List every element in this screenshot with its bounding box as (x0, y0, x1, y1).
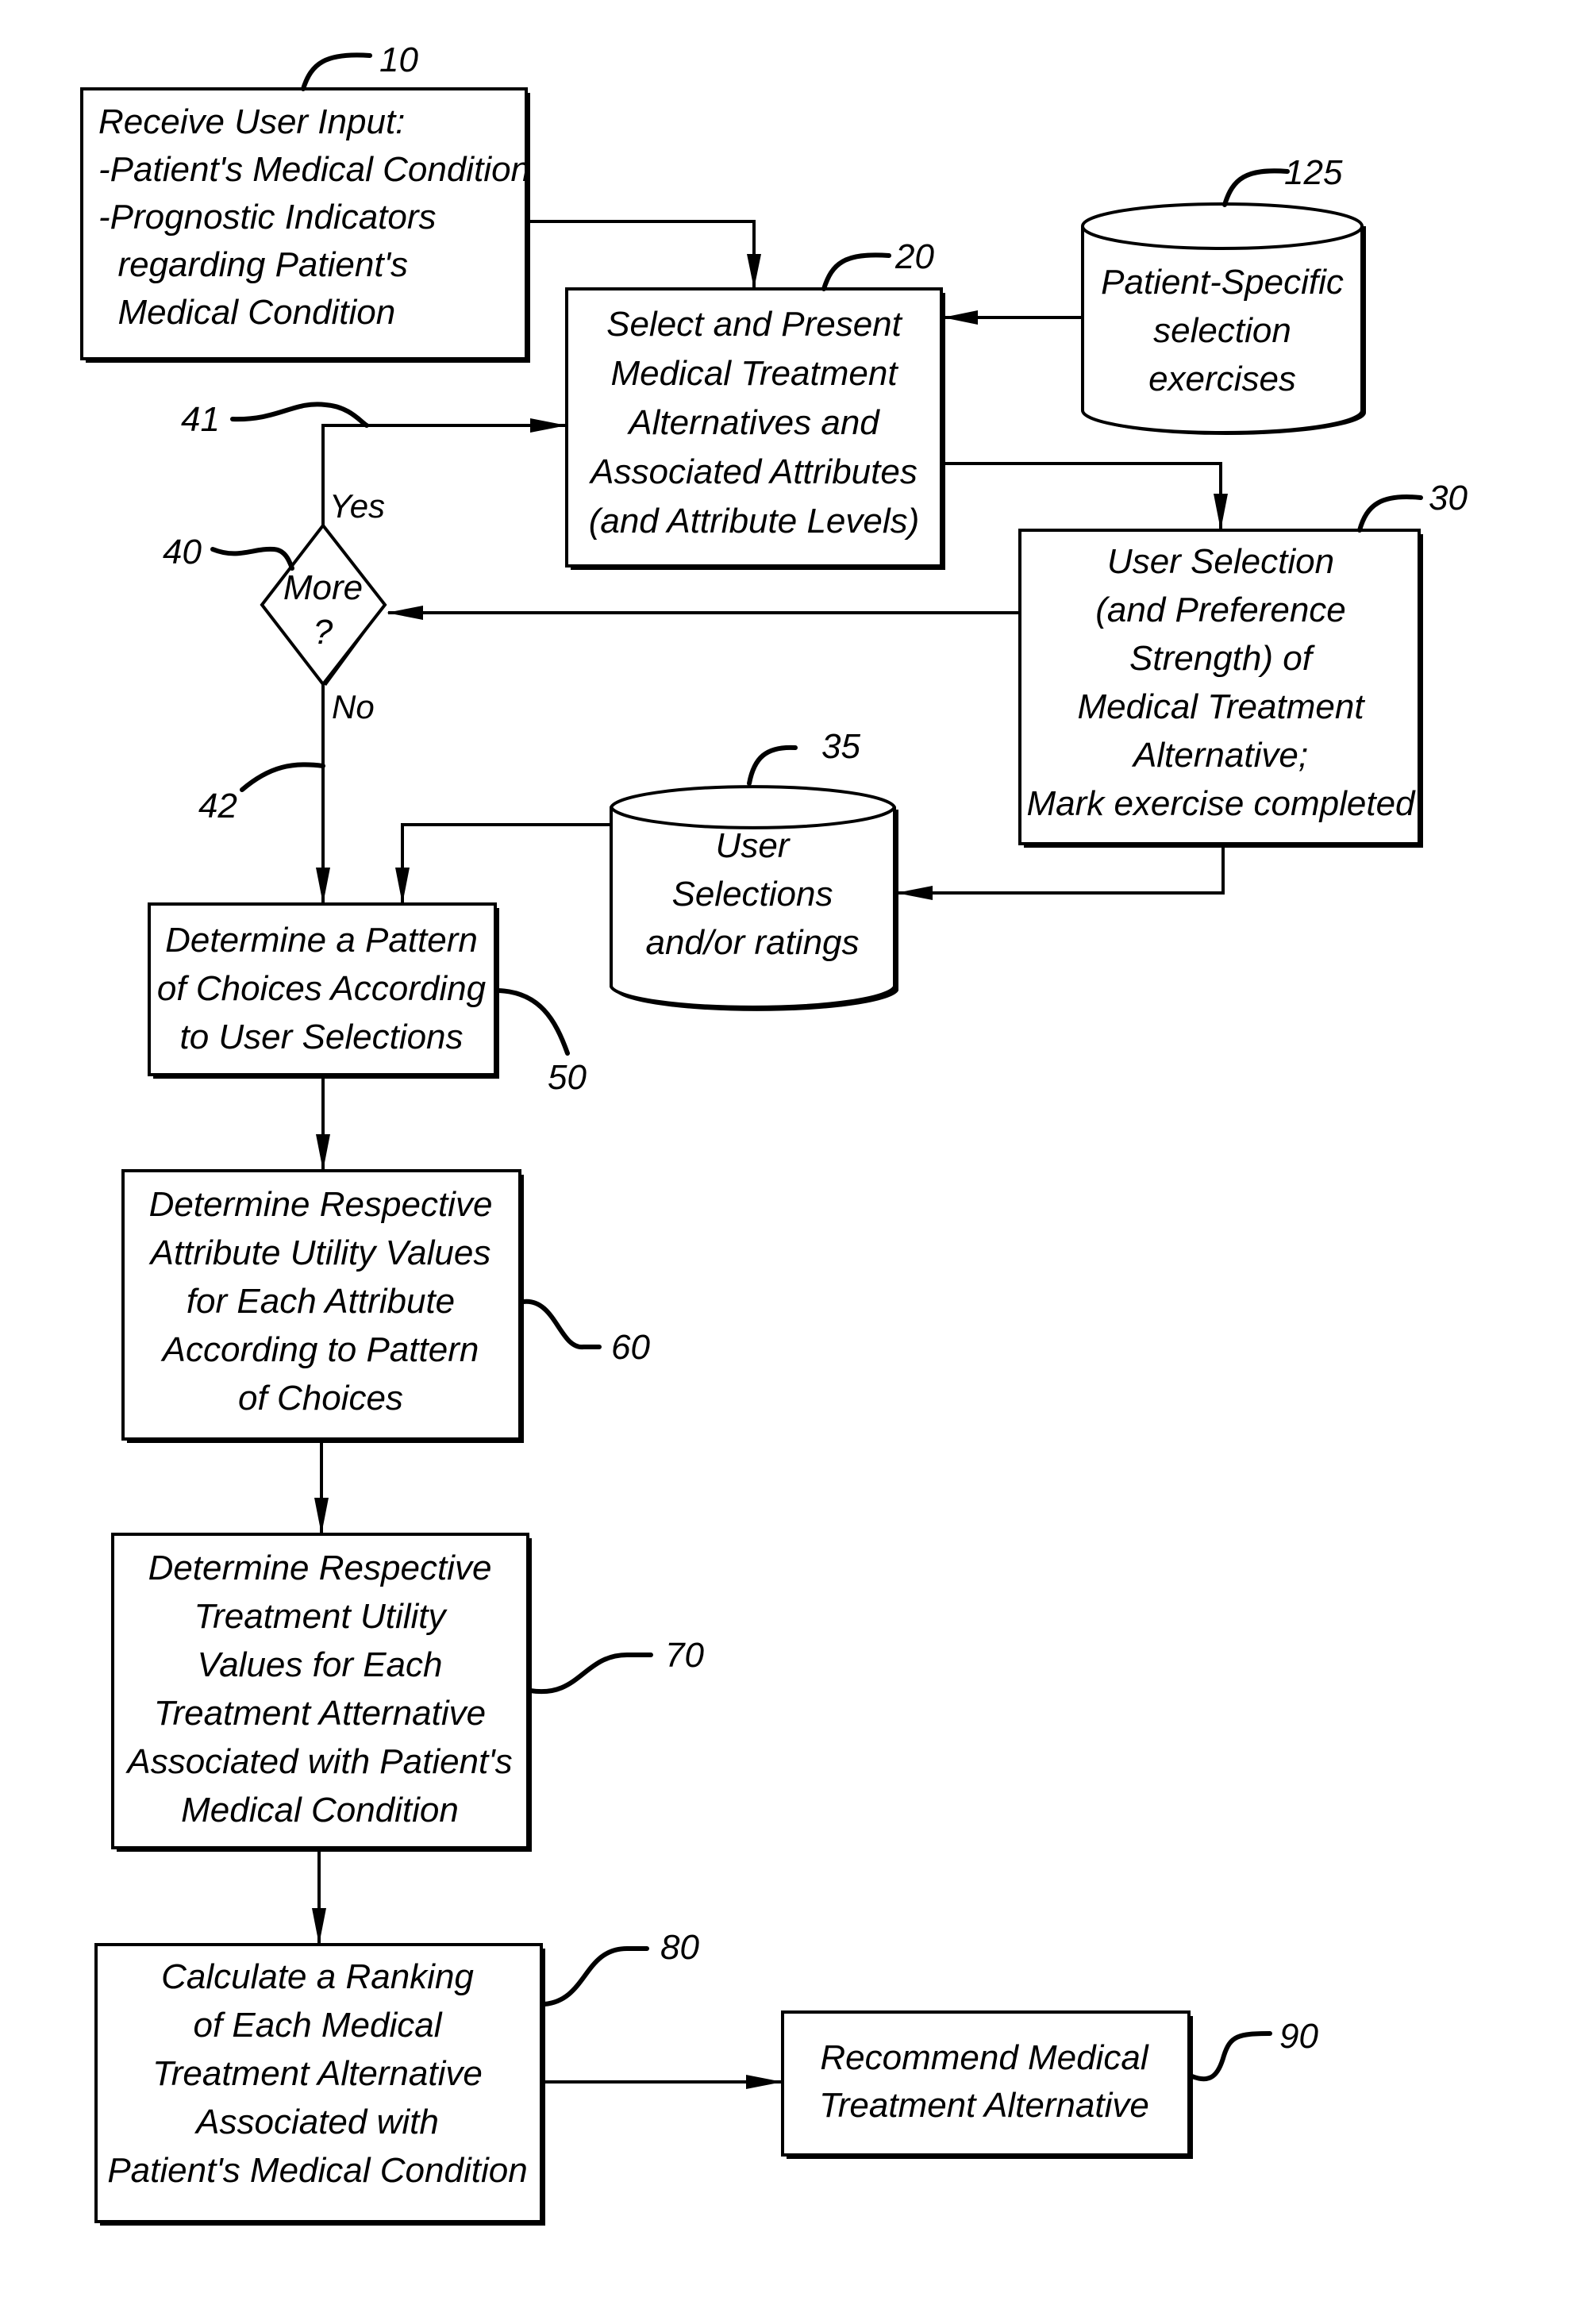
node-30-text-line: Strength) of (1129, 639, 1316, 678)
node-35-text-line: and/or ratings (645, 923, 859, 962)
node-10-text-line: regarding Patient's (98, 245, 408, 284)
node-40-text-line: More (283, 568, 363, 607)
node-35-text-line: User (716, 826, 791, 865)
node-20-text-line: Alternatives and (626, 403, 880, 442)
node-60-text-line: Attribute Utility Values (148, 1233, 491, 1272)
arrowhead-30-to-40 (387, 606, 423, 620)
arrowhead-125-to-20 (943, 310, 978, 325)
arrowhead-60-to-70 (314, 1498, 329, 1534)
node-10-text-line: -Patient's Medical Condition (98, 150, 530, 189)
ref-label-70: 70 (665, 1636, 704, 1675)
process-box-90 (781, 2010, 1191, 2157)
ref-label-90: 90 (1279, 2017, 1318, 2056)
ref-label-20: 20 (894, 237, 934, 276)
node-30-text-line: Mark exercise completed (1026, 784, 1416, 823)
leader-41 (230, 402, 369, 428)
edge-20-to-30 (944, 462, 1222, 530)
node-90-text-line: Recommend Medical (820, 2038, 1148, 2077)
node-20-text-line: Medical Treatment (610, 354, 898, 393)
arrowhead-30-to-35 (896, 886, 933, 900)
node-35-text-line: Selections (671, 875, 833, 914)
node-60-text-line: Determine Respective (149, 1185, 493, 1224)
node-50-text-line: Determine a Pattern (165, 921, 478, 960)
leader-70 (528, 1653, 653, 1695)
leader-60 (521, 1299, 602, 1349)
node-50-text-line: to User Selections (179, 1018, 463, 1056)
node-30-text-line: User Selection (1107, 542, 1334, 581)
edge-10-to-20 (526, 220, 756, 289)
node-30-text-line: Alternative; (1131, 736, 1308, 775)
edge-35-to-50 (401, 823, 613, 904)
ref-label-50: 50 (548, 1058, 587, 1097)
leader-20 (821, 252, 891, 291)
node-70-text-line: Associated with Patient's (125, 1742, 512, 1781)
ref-label-30: 30 (1429, 479, 1468, 518)
node-80-text-line: Associated with (194, 2103, 439, 2141)
node-20-text-line: Associated Attributes (588, 452, 918, 491)
arrowhead-10-to-20 (747, 254, 761, 289)
leader-42 (240, 762, 325, 792)
node-10-text-line: -Prognostic Indicators (98, 198, 437, 237)
node-10-text-line: Medical Condition (98, 293, 395, 332)
leader-125 (1222, 168, 1290, 207)
node-80-text-line: of Each Medical (193, 2006, 442, 2045)
node-20-text-line: Select and Present (606, 305, 903, 344)
ref-label-40: 40 (163, 533, 202, 571)
node-10-text-line: Receive User Input: (98, 102, 405, 141)
ref-label-35: 35 (821, 727, 860, 766)
node-70-text-line: Treatment Atternative (154, 1694, 486, 1733)
node-80-text-line: Treatment Alternative (152, 2054, 483, 2093)
edge-30-to-35 (898, 844, 1225, 895)
node-50-text-line: of Choices According (157, 969, 487, 1008)
node-80-text-line: Patient's Medical Condition (107, 2151, 527, 2190)
arrowhead-50-to-60 (316, 1134, 330, 1171)
leader-35 (747, 745, 798, 786)
leader-90 (1190, 2031, 1272, 2082)
ref-label-41: 41 (181, 400, 220, 439)
arrowhead-40-no-to-50 (316, 868, 330, 904)
node-30-text-line: (and Preference (1095, 591, 1346, 629)
branch-label-yes: Yes (329, 487, 385, 525)
node-70-text-line: Medical Condition (181, 1791, 459, 1830)
node-60-text-line: of Choices (238, 1379, 403, 1418)
arrowhead-20-to-30 (1214, 494, 1228, 530)
arrowhead-40-yes-to-20 (530, 418, 567, 433)
node-80-text-line: Calculate a Ranking (161, 1957, 474, 1996)
node-30-text-line: Medical Treatment (1077, 687, 1365, 726)
branch-label-no: No (332, 688, 375, 725)
node-20-text-line: (and Attribute Levels) (589, 502, 920, 541)
ref-label-80: 80 (660, 1928, 699, 1967)
arrowhead-35-to-50 (395, 868, 410, 904)
ref-label-60: 60 (611, 1328, 650, 1367)
ref-label-42: 42 (198, 787, 237, 825)
node-125-text-line: Patient-Specific (1101, 263, 1344, 302)
node-125-text-line: exercises (1148, 360, 1296, 398)
node-60-text-line: for Each Attribute (187, 1282, 455, 1321)
leader-80 (542, 1946, 649, 2007)
leader-30 (1357, 494, 1423, 533)
leader-10 (301, 52, 372, 91)
node-125-text-line: selection (1153, 311, 1291, 350)
leader-40 (210, 546, 294, 571)
node-60-text-line: According to Pattern (160, 1330, 479, 1369)
node-40-text-line: ? (314, 613, 333, 652)
flowchart-diagram: Receive User Input: -Patient's Medical Co… (80, 40, 1468, 2226)
node-90-text-line: Treatment Alternative (819, 2086, 1149, 2125)
leader-50 (496, 988, 570, 1056)
ref-label-10: 10 (379, 40, 418, 79)
node-70-text-line: Values for Each (198, 1645, 443, 1684)
ref-label-125: 125 (1284, 153, 1343, 192)
node-70-text-line: Determine Respective (148, 1549, 492, 1587)
node-70-text-line: Treatment Utility (194, 1597, 448, 1636)
arrowhead-80-to-90 (746, 2075, 783, 2089)
arrowhead-70-to-80 (312, 1908, 326, 1945)
